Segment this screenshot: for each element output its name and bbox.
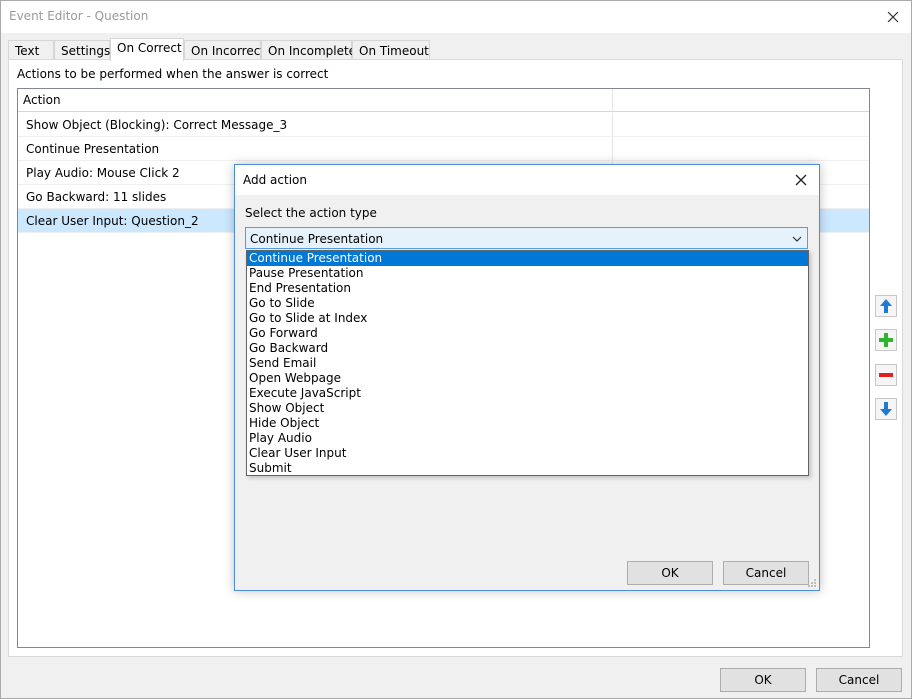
tab-settings[interactable]: Settings [54,40,110,60]
dropdown-option[interactable]: Execute JavaScript [247,386,808,401]
dropdown-option[interactable]: Go to Slide [247,296,808,311]
tab-text[interactable]: Text [8,40,54,60]
tab-label: On Incomplete [268,44,357,58]
dropdown-option[interactable]: Pause Presentation [247,266,808,281]
dropdown-option[interactable]: Go to Slide at Index [247,311,808,326]
dialog-close-button[interactable] [789,168,813,192]
move-up-button[interactable] [875,295,897,317]
dropdown-option[interactable]: Open Webpage [247,371,808,386]
resize-grip-icon[interactable] [807,578,817,588]
tab-on-incomplete[interactable]: On Incomplete [261,40,356,60]
action-cell: Clear User Input: Question_2 [26,214,199,228]
tab-on-incorrect[interactable]: On Incorrect [184,40,265,60]
window-close-button[interactable] [881,5,905,29]
dialog-title: Add action [243,173,307,187]
dialog-title-bar: Add action [235,165,819,195]
ok-button[interactable]: OK [720,668,806,692]
move-down-button[interactable] [875,398,897,420]
close-icon [887,11,899,23]
cancel-button[interactable]: Cancel [816,668,902,692]
dropdown-option[interactable]: Play Audio [247,431,808,446]
column-header-action[interactable]: Action [18,89,613,112]
action-type-dropdown-list: Continue Presentation Pause Presentation… [246,250,809,476]
dialog-cancel-button[interactable]: Cancel [723,561,809,585]
tab-on-correct[interactable]: On Correct [110,38,184,61]
panel-caption: Actions to be performed when the answer … [17,67,329,81]
dropdown-option[interactable]: Go Forward [247,326,808,341]
add-plus-icon [879,333,893,347]
action-type-label: Select the action type [245,206,377,220]
close-icon [795,174,807,186]
dropdown-option[interactable]: Show Object [247,401,808,416]
action-cell: Continue Presentation [26,142,160,156]
add-action-dialog: Add action Select the action type Contin… [234,164,820,591]
add-action-button[interactable] [875,329,897,351]
dropdown-option[interactable]: End Presentation [247,281,808,296]
dropdown-option[interactable]: Send Email [247,356,808,371]
action-cell: Go Backward: 11 slides [26,190,167,204]
dropdown-option[interactable]: Submit [247,461,808,476]
dialog-ok-button[interactable]: OK [627,561,713,585]
tab-on-timeout[interactable]: On Timeout [352,40,430,60]
dropdown-option[interactable]: Hide Object [247,416,808,431]
dropdown-option[interactable]: Go Backward [247,341,808,356]
action-cell: Show Object (Blocking): Correct Message_… [26,118,288,132]
column-header-blank[interactable] [613,89,869,112]
tab-label: On Correct [117,41,182,55]
tab-label: Settings [61,44,111,58]
move-up-arrow-icon [880,299,892,313]
action-type-combobox[interactable]: Continue Presentation [245,227,808,249]
dropdown-option[interactable]: Continue Presentation [247,251,808,266]
combobox-value: Continue Presentation [250,232,384,246]
window-title-bar: Event Editor - Question [1,1,911,33]
tab-label: On Incorrect [191,44,266,58]
table-row[interactable]: Continue Presentation [18,137,869,161]
window-title: Event Editor - Question [9,9,149,23]
action-cell: Play Audio: Mouse Click 2 [26,166,180,180]
remove-minus-icon [879,373,893,377]
table-row[interactable]: Show Object (Blocking): Correct Message_… [18,113,869,137]
chevron-down-icon [791,233,803,245]
table-header: Action [18,89,869,112]
tab-label: Text [15,44,40,58]
remove-action-button[interactable] [875,364,897,386]
dropdown-option[interactable]: Clear User Input [247,446,808,461]
move-down-arrow-icon [880,402,892,416]
tab-label: On Timeout [359,44,429,58]
